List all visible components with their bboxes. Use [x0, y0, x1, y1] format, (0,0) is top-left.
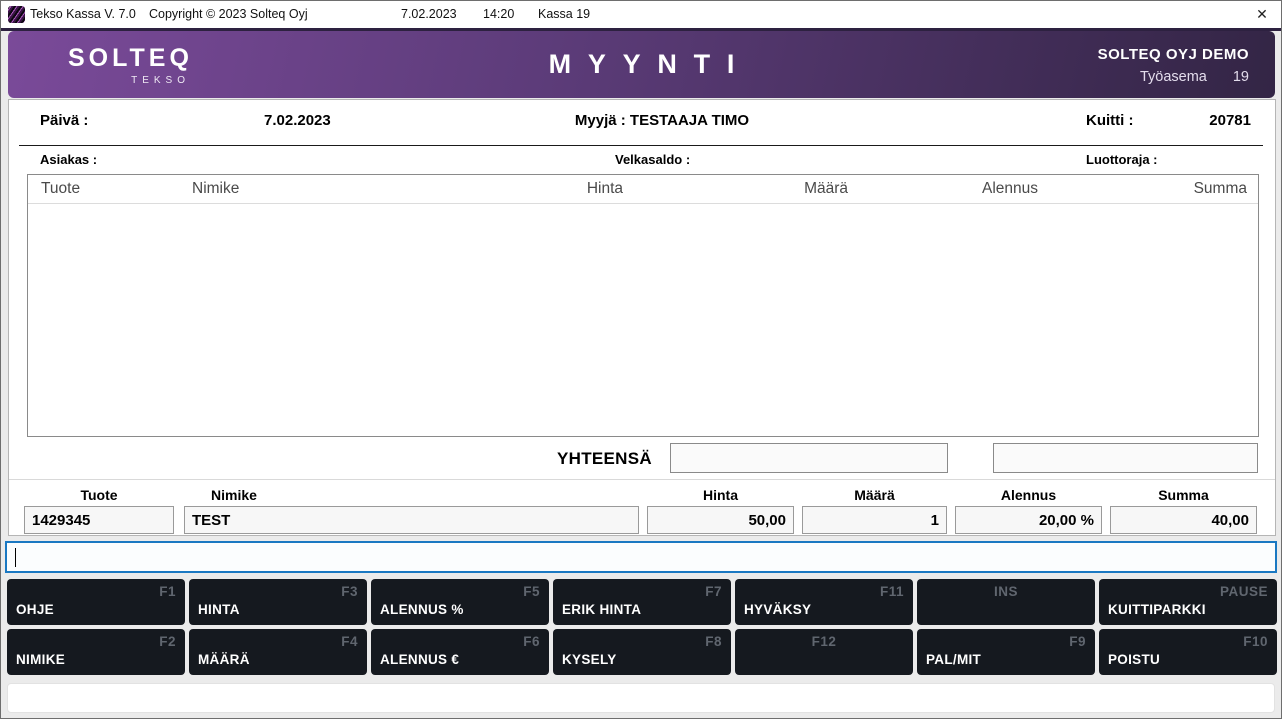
- fkey-label: MÄÄRÄ: [198, 652, 250, 667]
- fkey-hotkey: F10: [1243, 634, 1268, 649]
- app-icon: [8, 6, 25, 23]
- fkey-label: HINTA: [198, 602, 240, 617]
- debt-balance-label: Velkasaldo :: [615, 152, 690, 167]
- receipt-label: Kuitti :: [1086, 112, 1133, 129]
- fkey-hotkey: F5: [523, 584, 540, 599]
- customer-label: Asiakas :: [40, 152, 97, 167]
- workstation-label: Työasema: [1140, 69, 1207, 85]
- hinta-field[interactable]: [647, 506, 794, 534]
- fkey-hotkey: F1: [159, 584, 176, 599]
- total-amount-box: [670, 443, 948, 473]
- entry-label-maara: Määrä: [802, 487, 947, 503]
- fkey-alennus-pct[interactable]: ALENNUS % F5: [371, 579, 549, 625]
- fkey-label: KUITTIPARKKI: [1108, 602, 1206, 617]
- entry-label-nimike: Nimike: [184, 487, 284, 503]
- fkey-label: ERIK HINTA: [562, 602, 641, 617]
- sale-panel: Päivä : 7.02.2023 Myyjä : TESTAAJA TIMO …: [8, 99, 1276, 536]
- nimike-field[interactable]: [184, 506, 639, 534]
- fkey-hinta[interactable]: HINTA F3: [189, 579, 367, 625]
- fkey-hotkey: F3: [341, 584, 358, 599]
- column-header-hinta: Hinta: [468, 180, 623, 198]
- titlebar-register: Kassa 19: [538, 7, 590, 21]
- alennus-field[interactable]: [955, 506, 1102, 534]
- header-right-block: SOLTEQ OYJ DEMO Työasema 19: [1098, 46, 1249, 85]
- fkey-pal-mit[interactable]: PAL/MIT F9: [917, 629, 1095, 675]
- command-input-wrap: [5, 541, 1277, 573]
- entry-label-hinta: Hinta: [647, 487, 794, 503]
- fkey-ohje[interactable]: OHJE F1: [7, 579, 185, 625]
- fkey-hotkey: F9: [1069, 634, 1086, 649]
- titlebar: Tekso Kassa V. 7.0 Copyright © 2023 Solt…: [1, 1, 1281, 28]
- fkey-nimike[interactable]: NIMIKE F2: [7, 629, 185, 675]
- fkey-erik-hinta[interactable]: ERIK HINTA F7: [553, 579, 731, 625]
- info-separator: [19, 145, 1263, 146]
- fkey-label: POISTU: [1108, 652, 1160, 667]
- copyright-text: Copyright © 2023 Solteq Oyj: [149, 7, 308, 21]
- close-icon[interactable]: ✕: [1251, 4, 1273, 24]
- items-table-header: Tuote Nimike Hinta Määrä Alennus Summa: [28, 175, 1258, 204]
- fkey-hotkey: PAUSE: [1220, 584, 1268, 599]
- seller-label: Myyjä :: [575, 112, 626, 129]
- fkey-hotkey: F4: [341, 634, 358, 649]
- tuote-field[interactable]: [24, 506, 174, 534]
- titlebar-time: 14:20: [483, 7, 514, 21]
- fkey-label: ALENNUS €: [380, 652, 459, 667]
- pos-window: Tekso Kassa V. 7.0 Copyright © 2023 Solt…: [0, 0, 1282, 719]
- fkey-label: OHJE: [16, 602, 54, 617]
- fkey-f12[interactable]: F12: [735, 629, 913, 675]
- window-title: Tekso Kassa V. 7.0: [30, 7, 136, 21]
- fkey-label: ALENNUS %: [380, 602, 464, 617]
- status-bar: [7, 683, 1275, 713]
- workstation-value: 19: [1233, 69, 1249, 85]
- entry-label-summa: Summa: [1110, 487, 1257, 503]
- fkey-hotkey: INS: [917, 584, 1095, 599]
- app-header: SOLTEQ TEKSO MYYNTI SOLTEQ OYJ DEMO Työa…: [8, 31, 1275, 98]
- column-header-maara: Määrä: [688, 180, 848, 198]
- total-label: YHTEENSÄ: [557, 449, 652, 469]
- fkey-kuittiparkki[interactable]: KUITTIPARKKI PAUSE: [1099, 579, 1277, 625]
- titlebar-date: 7.02.2023: [401, 7, 457, 21]
- maara-field[interactable]: [802, 506, 947, 534]
- fkey-label: HYVÄKSY: [744, 602, 811, 617]
- entry-label-tuote: Tuote: [24, 487, 174, 503]
- workstation-row: Työasema 19: [1098, 69, 1249, 85]
- fkey-alennus-eur[interactable]: ALENNUS € F6: [371, 629, 549, 675]
- fkey-hotkey: F11: [880, 584, 904, 599]
- column-header-tuote: Tuote: [41, 180, 80, 198]
- seller-value: TESTAAJA TIMO: [630, 112, 749, 129]
- fkey-hotkey: F2: [159, 634, 176, 649]
- fkey-label: NIMIKE: [16, 652, 65, 667]
- entry-label-alennus: Alennus: [955, 487, 1102, 503]
- summa-field[interactable]: [1110, 506, 1257, 534]
- fkey-poistu[interactable]: POISTU F10: [1099, 629, 1277, 675]
- fkey-hotkey: F6: [523, 634, 540, 649]
- fkey-hotkey: F12: [735, 634, 913, 649]
- column-header-nimike: Nimike: [192, 180, 239, 198]
- column-header-alennus: Alennus: [903, 180, 1038, 198]
- total-secondary-box: [993, 443, 1258, 473]
- page-title: MYYNTI: [8, 49, 1275, 80]
- credit-limit-label: Luottoraja :: [1086, 152, 1158, 167]
- fkey-ins[interactable]: INS: [917, 579, 1095, 625]
- items-table: Tuote Nimike Hinta Määrä Alennus Summa: [27, 174, 1259, 437]
- command-input[interactable]: [7, 543, 1275, 571]
- fkey-kysely[interactable]: KYSELY F8: [553, 629, 731, 675]
- fkey-label: KYSELY: [562, 652, 617, 667]
- column-header-summa: Summa: [1087, 180, 1247, 198]
- receipt-number: 20781: [1209, 112, 1251, 129]
- fkey-hotkey: F8: [705, 634, 722, 649]
- fkey-hotkey: F7: [705, 584, 722, 599]
- fkey-label: PAL/MIT: [926, 652, 981, 667]
- fkey-maara[interactable]: MÄÄRÄ F4: [189, 629, 367, 675]
- entry-separator: [9, 479, 1275, 480]
- function-key-grid: OHJE F1 HINTA F3 ALENNUS % F5 ERIK HINTA…: [7, 579, 1277, 675]
- fkey-hyvaksy[interactable]: HYVÄKSY F11: [735, 579, 913, 625]
- company-name: SOLTEQ OYJ DEMO: [1098, 46, 1249, 63]
